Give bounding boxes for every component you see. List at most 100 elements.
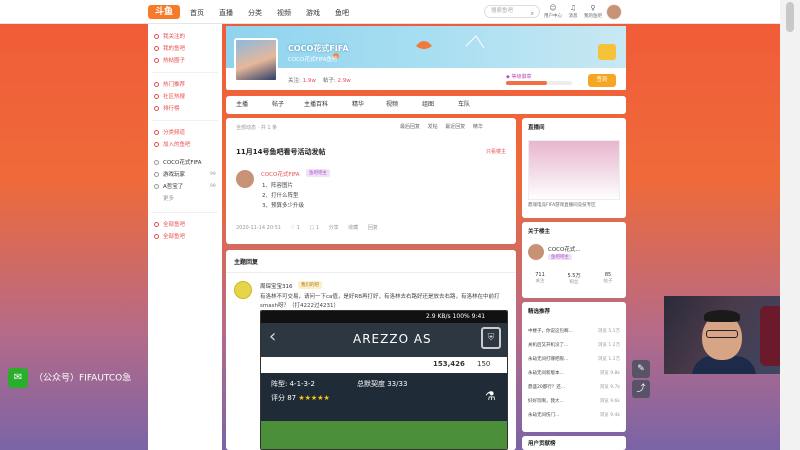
douyu-logo[interactable]: 斗鱼 — [148, 5, 180, 19]
spacer-icon — [154, 196, 159, 201]
reply-image[interactable]: 2.9 KB/s 100% 9:41 ‹ AREZZO AS ⛨ 153,426… — [260, 310, 508, 450]
sidebar-item-label: 分类频道 — [163, 130, 186, 136]
sidebar-bar-item[interactable]: 游戏玩家 99 — [154, 170, 216, 180]
recommend-item[interactable]: 中楼子，你说这包啊... 浏览 5.1万 — [528, 328, 620, 334]
sidebar-item-hot-recommend[interactable]: 热门推荐 — [154, 80, 185, 90]
live-thumbnail[interactable] — [528, 140, 620, 200]
sort-last-reply[interactable]: 最后回复 — [400, 124, 420, 130]
reply-button[interactable]: 回复 — [368, 225, 378, 231]
edit-icon[interactable]: ✎ — [632, 360, 650, 378]
circle-icon — [154, 46, 159, 51]
formation: 阵型: 4-1-3-2 — [271, 380, 315, 388]
nav-yuba[interactable]: 鱼吧 — [335, 8, 349, 18]
scrollbar-thumb[interactable] — [786, 2, 794, 32]
page-scrollbar[interactable] — [780, 0, 800, 450]
post-time: 2020-11-14 20:51 — [236, 225, 282, 231]
search-input[interactable]: 搜索鱼吧 ⌕ — [484, 5, 540, 18]
back-arrow-icon: ‹ — [269, 326, 277, 347]
feed-filter[interactable]: 全部动态 · 共 1 条 — [236, 124, 277, 131]
my-yuba-button[interactable]: ♀ 我的鱼吧 — [582, 3, 604, 19]
sidebar-item-my-yuba[interactable]: 我的鱼吧 — [154, 44, 185, 54]
fans-label: 关注: — [288, 78, 301, 84]
tab-photos[interactable]: 组图 — [422, 96, 434, 114]
only-author-link[interactable]: 只看楼主 — [486, 148, 506, 155]
yuba-avatar[interactable] — [234, 38, 278, 82]
divider — [226, 272, 516, 273]
sidebar-item-all-yuba[interactable]: 全部鱼吧 — [154, 220, 185, 230]
sort-featured[interactable]: 精华 — [473, 124, 483, 130]
sidebar-item-all-yuba-2[interactable]: 全部鱼吧 — [154, 232, 185, 242]
user-center-button[interactable]: ☺ 用户中心 — [542, 3, 564, 19]
author-badge: 鱼吧吧主 — [306, 169, 330, 177]
like-button[interactable]: ♡ 1 — [291, 225, 300, 231]
sidebar-bar-item[interactable]: A哲宝了 99 — [154, 182, 216, 192]
sign-in-button[interactable]: 签到 — [588, 74, 616, 87]
sidebar-more[interactable]: 更多 — [154, 194, 174, 204]
post-author[interactable]: COCO花式FIFA — [261, 170, 300, 178]
nav-games[interactable]: 游戏 — [306, 8, 320, 18]
tab-team[interactable]: 车队 — [458, 96, 470, 114]
tab-posts[interactable]: 帖子 — [272, 96, 284, 114]
search-placeholder: 搜索鱼吧 — [491, 8, 514, 14]
nav-live[interactable]: 直播 — [219, 8, 233, 18]
sidebar-item-category[interactable]: 分类频道 — [154, 128, 185, 138]
sidebar-item-following[interactable]: 我关注的 — [154, 32, 185, 42]
user-avatar[interactable] — [606, 4, 622, 20]
nav-video[interactable]: 视频 — [277, 8, 291, 18]
rec-views: 浏览 1.1万 — [597, 357, 620, 362]
sidebar-item-joined[interactable]: 加入的鱼吧 — [154, 140, 191, 150]
tab-featured[interactable]: 精华 — [352, 96, 364, 114]
nav-home[interactable]: 首页 — [190, 8, 204, 18]
live-caption[interactable]: 鼎瑞电竞FIFA游戏直播间竞技专区 — [528, 202, 596, 208]
sidebar-item-label: 加入的鱼吧 — [163, 142, 191, 148]
recommend-item[interactable]: 永劫无间新版本... 浏览 9.8k — [528, 370, 620, 376]
sidebar-item-label: 我的鱼吧 — [163, 46, 186, 52]
sidebar-item-hot-search[interactable]: 社区热搜 — [154, 92, 185, 102]
tab-streamer[interactable]: 主播 — [236, 96, 248, 114]
rating-row: 评分 87 ★★★★★ — [271, 393, 330, 403]
owner-stat: 85 帖子 — [592, 272, 624, 284]
comment-button[interactable]: ▢ 1 — [310, 225, 320, 231]
reply-avatar[interactable] — [234, 281, 252, 299]
reply-author[interactable]: 周琛宝宝316 — [260, 282, 293, 290]
contribution-card: 用户贡献榜 — [522, 436, 626, 450]
level-text: 等级徽章 — [511, 74, 532, 80]
sidebar-item-label: 排行榜 — [163, 106, 180, 112]
rec-text: 鼎盛20都行？还... — [528, 385, 566, 390]
sidebar-divider — [152, 72, 218, 73]
rec-text: 中楼子，你说这包啊... — [528, 329, 573, 334]
bulb-icon: ♀ — [590, 4, 596, 12]
sidebar-item-hot-circle[interactable]: 热帖圈子 — [154, 56, 185, 66]
recommend-item[interactable]: 好好玩啊，我大... 浏览 9.6k — [528, 398, 620, 404]
recommend-item[interactable]: 关机后又开机没了... 浏览 1.2万 — [528, 342, 620, 348]
sidebar-item-label: 热帖圈子 — [163, 58, 186, 64]
messages-button[interactable]: ♫ 消息 — [562, 3, 584, 19]
sidebar-item-label: 热门推荐 — [163, 82, 186, 88]
collect-button[interactable]: 收藏 — [348, 225, 358, 231]
recommend-card: 精选推荐 中楼子，你说这包啊... 浏览 5.1万 关机后又开机没了... 浏览 1… — [522, 302, 626, 432]
owner-avatar[interactable] — [528, 244, 544, 260]
author-avatar[interactable] — [236, 170, 254, 188]
owner-stat: 711 关注 — [524, 272, 556, 284]
owner-name[interactable]: COCO花式... — [548, 245, 581, 253]
recommend-item[interactable]: 永劫无间打哪把限... 浏览 1.1万 — [528, 356, 620, 362]
contribution-header: 用户贡献榜 — [528, 441, 556, 447]
share-button[interactable]: 分享 — [329, 225, 339, 231]
sidebar-bar-item[interactable]: COCO花式FIFA — [154, 158, 202, 168]
recommend-item[interactable]: 永劫无间伤门... 浏览 9.4k — [528, 412, 620, 418]
sort-recent-reply[interactable]: 最近回复 — [445, 124, 465, 130]
sidebar-item-ranking[interactable]: 排行榜 — [154, 104, 180, 114]
shield-icon: ⛨ — [481, 327, 501, 349]
search-icon[interactable]: ⌕ — [531, 8, 534, 19]
share-icon[interactable]: ⤴ — [632, 380, 650, 398]
rating: 评分 87 — [271, 394, 297, 402]
post-title[interactable]: 11月14号鱼吧看号活动发帖 — [236, 147, 325, 157]
fire-icon — [154, 82, 159, 87]
nav-category[interactable]: 分类 — [248, 8, 262, 18]
my-yuba-label: 我的鱼吧 — [584, 14, 602, 19]
tab-wiki[interactable]: 主播百科 — [304, 96, 328, 114]
sort-new-post[interactable]: 发帖 — [428, 124, 438, 130]
recommend-item[interactable]: 鼎盛20都行？还... 浏览 9.7k — [528, 384, 620, 390]
reply-badge: 我们的吧 — [298, 281, 322, 289]
tab-video[interactable]: 视频 — [386, 96, 398, 114]
